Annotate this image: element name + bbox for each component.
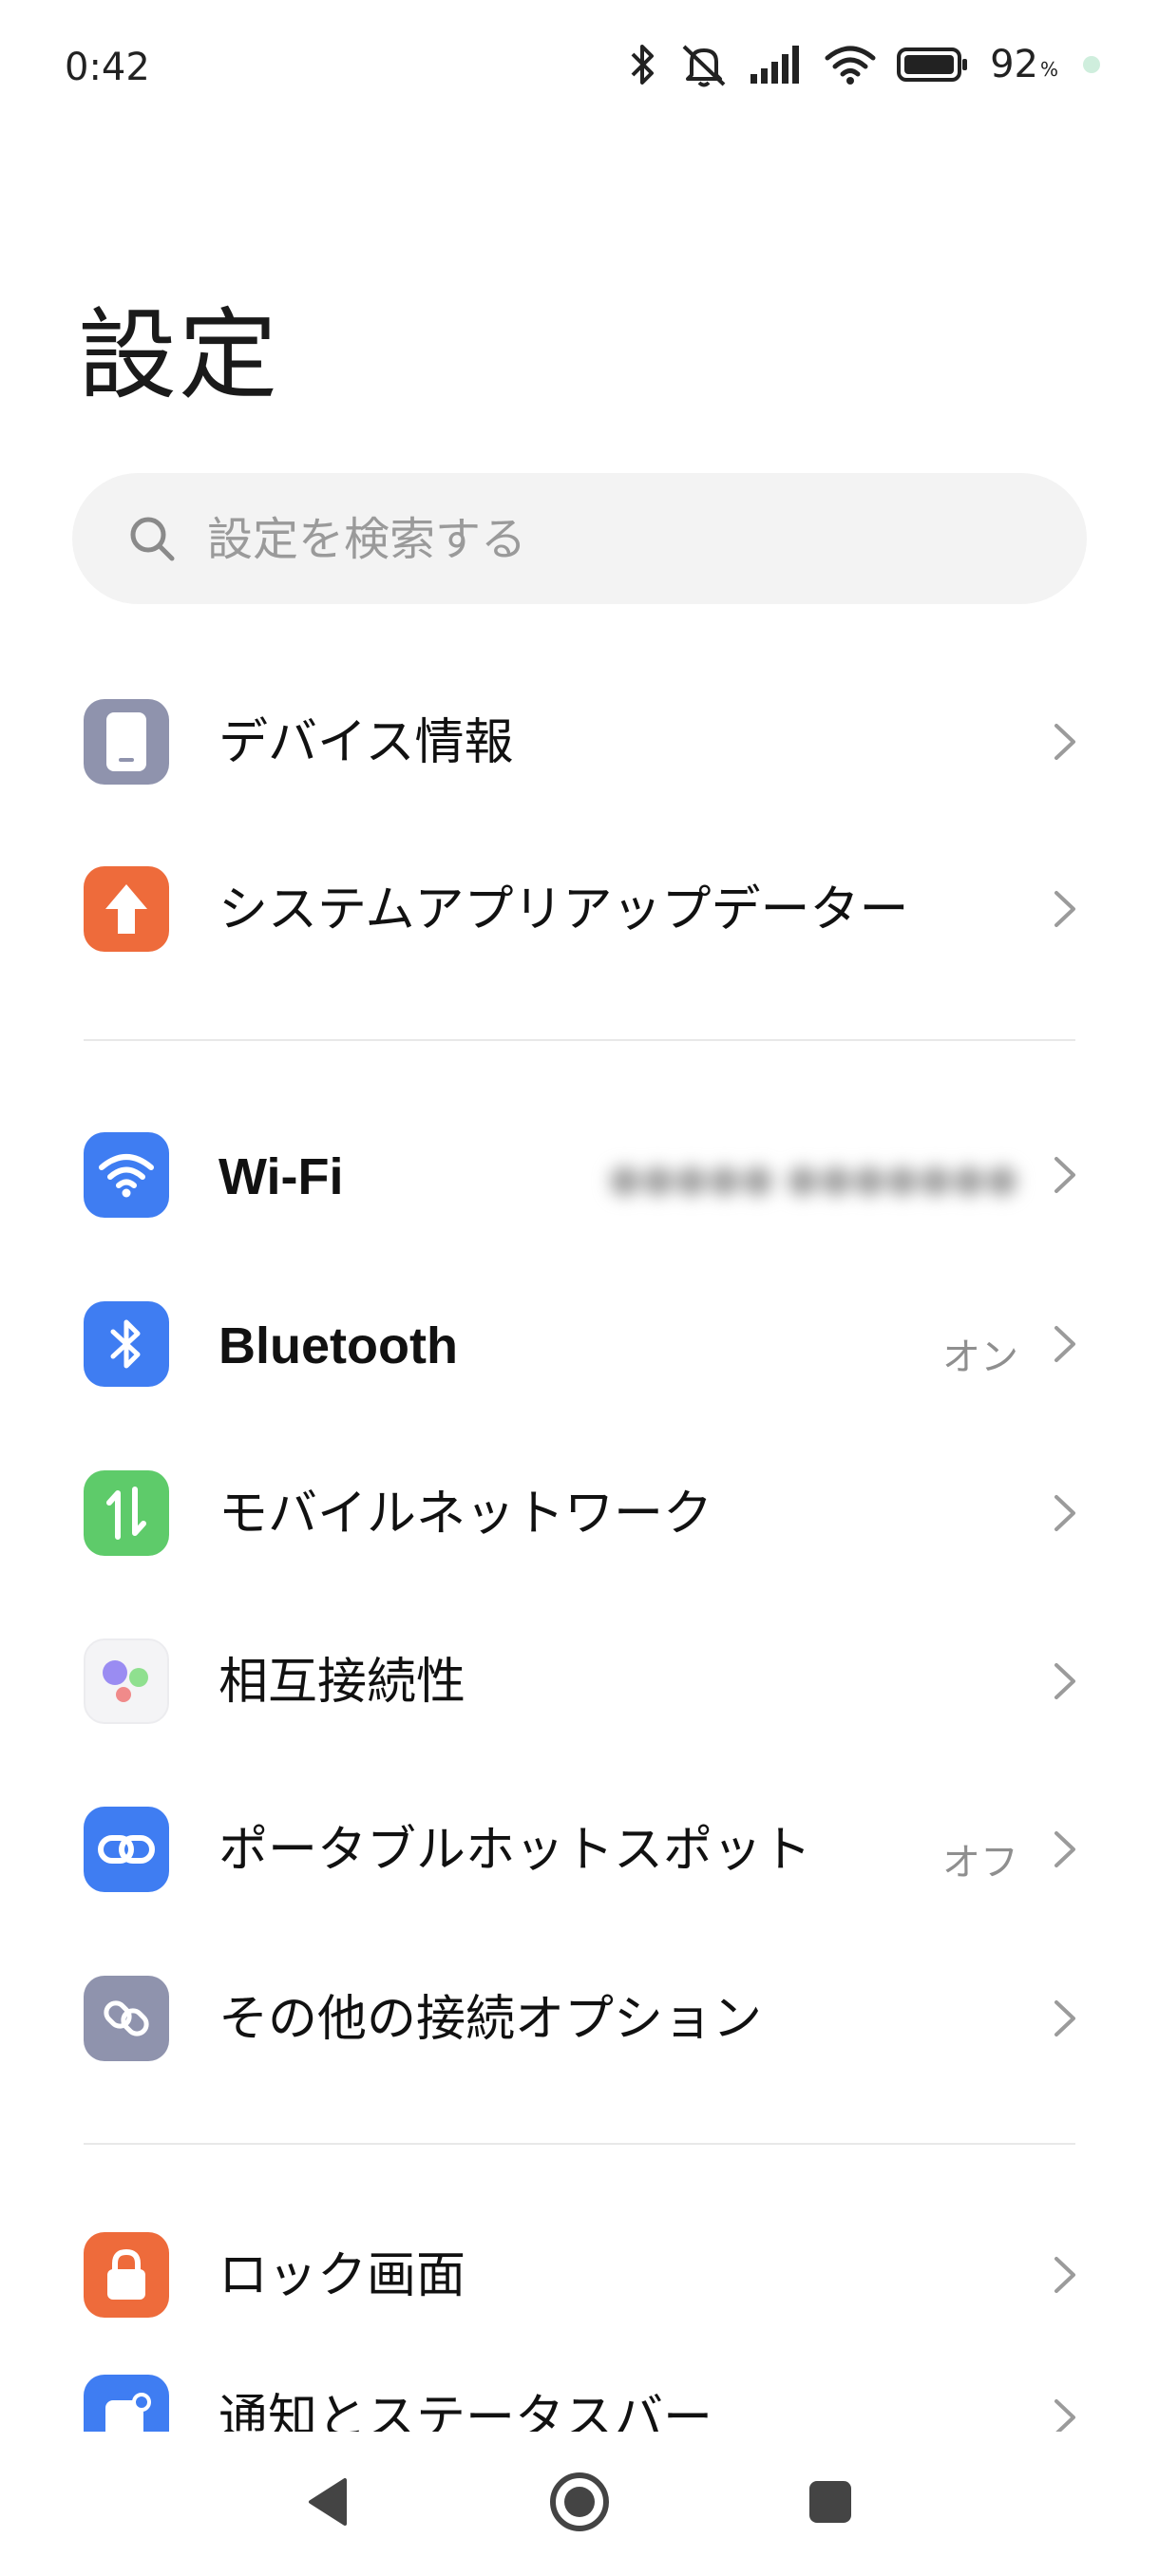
settings-item-label: デバイス情報 (218, 714, 514, 771)
navigation-bar (0, 2432, 1159, 2576)
settings-item-device-info[interactable]: デバイス情報 (0, 671, 1159, 813)
settings-item-label: モバイルネットワーク (218, 1486, 713, 1543)
link-icon (84, 1807, 169, 1892)
interconnect-icon (84, 1638, 169, 1724)
chevron-right-icon (1053, 722, 1077, 766)
search-bar[interactable] (72, 473, 1087, 604)
chevron-right-icon (1053, 1661, 1077, 1705)
bluetooth-icon (84, 1301, 169, 1387)
status-bar: 0:42 92% (0, 0, 1159, 133)
wifi-network-name: ●●●●● ●●●●●●● (608, 1157, 1018, 1201)
battery-percent: 92% (990, 43, 1058, 86)
recents-icon (808, 2479, 853, 2529)
settings-item-lock-screen[interactable]: ロック画面 (0, 2204, 1159, 2346)
battery-icon (897, 47, 969, 83)
wifi-icon (84, 1132, 169, 1218)
lock-icon (84, 2232, 169, 2318)
section-divider (84, 1039, 1075, 1041)
chevron-right-icon (1053, 1998, 1077, 2042)
arrow-up-icon (84, 866, 169, 952)
connection-options-icon (84, 1976, 169, 2061)
settings-item-label: 通知とステータスバー (218, 2390, 713, 2432)
settings-item-label: Wi-Fi (218, 1148, 344, 1205)
settings-item-label: ロック画面 (218, 2247, 466, 2304)
settings-item-more-connection-options[interactable]: その他の接続オプション (0, 1947, 1159, 2090)
mobile-data-icon (84, 1470, 169, 1556)
settings-item-label: ポータブルホットスポット (218, 1822, 812, 1879)
chevron-right-icon (1053, 2397, 1077, 2432)
battery-percent-unit: % (1039, 58, 1058, 81)
wifi-icon (825, 45, 876, 85)
home-button[interactable] (513, 2432, 646, 2576)
signal-icon (750, 46, 804, 84)
back-icon (307, 2476, 351, 2531)
recents-button[interactable] (764, 2432, 897, 2576)
settings-item-label: 相互接続性 (218, 1654, 466, 1711)
page-title: 設定 (78, 297, 280, 413)
settings-item-portable-hotspot[interactable]: ポータブルホットスポット オフ (0, 1778, 1159, 1921)
scroll-clip: 通知とステータスバー (0, 2375, 1159, 2432)
settings-item-notifications[interactable]: 通知とステータスバー (0, 2375, 1159, 2432)
settings-item-label: Bluetooth (218, 1317, 458, 1374)
status-icons: 92% (629, 38, 1100, 91)
search-input[interactable] (205, 502, 1045, 578)
bluetooth-icon (629, 43, 657, 86)
settings-item-label: システムアプリアップデーター (218, 881, 909, 938)
settings-item-interconnectivity[interactable]: 相互接続性 (0, 1610, 1159, 1752)
mute-icon (678, 41, 730, 88)
status-dot (1083, 56, 1100, 73)
status-time: 0:42 (65, 46, 150, 89)
chevron-right-icon (1053, 1155, 1077, 1199)
battery-percent-value: 92 (990, 43, 1038, 86)
bluetooth-status: オン (942, 1335, 1018, 1379)
chevron-right-icon (1053, 1493, 1077, 1537)
hotspot-status: オフ (942, 1841, 1018, 1885)
phone-icon (84, 699, 169, 785)
settings-item-system-app-updater[interactable]: システムアプリアップデーター (0, 838, 1159, 980)
section-divider (84, 2143, 1075, 2145)
settings-item-mobile-network[interactable]: モバイルネットワーク (0, 1442, 1159, 1584)
settings-item-wifi[interactable]: Wi-Fi ●●●●● ●●●●●●● (0, 1104, 1159, 1246)
chevron-right-icon (1053, 1829, 1077, 1873)
chevron-right-icon (1053, 1324, 1077, 1368)
chevron-right-icon (1053, 2255, 1077, 2299)
back-button[interactable] (262, 2432, 395, 2576)
settings-item-bluetooth[interactable]: Bluetooth オン (0, 1273, 1159, 1415)
search-icon (127, 514, 177, 567)
settings-item-label: その他の接続オプション (218, 1991, 763, 2048)
chevron-right-icon (1053, 889, 1077, 933)
notification-icon (84, 2375, 169, 2432)
home-icon (548, 2471, 611, 2537)
